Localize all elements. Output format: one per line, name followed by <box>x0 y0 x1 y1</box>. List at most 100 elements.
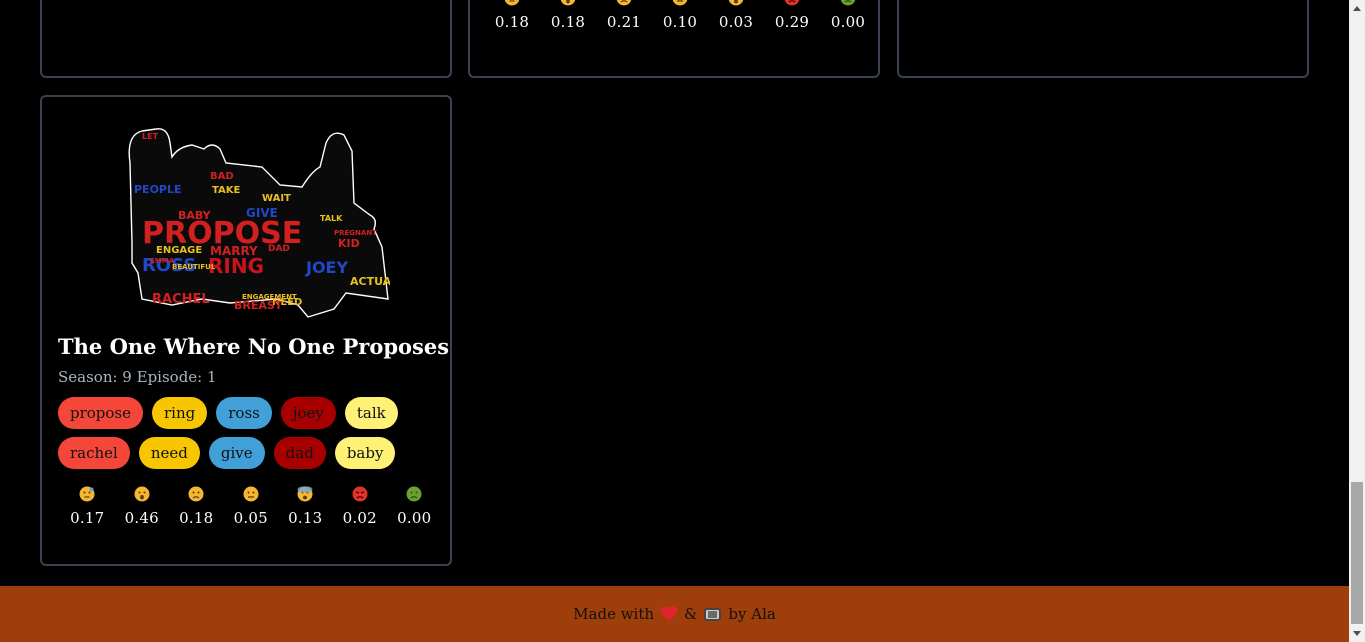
scroll-down-arrow-icon[interactable] <box>1349 626 1365 642</box>
emotion-value: 0.21 <box>606 13 642 31</box>
keyword-tag[interactable]: ross <box>216 397 272 429</box>
wordcloud-word: BAD <box>210 171 234 182</box>
vertical-scrollbar[interactable] <box>1349 0 1365 642</box>
emotion-value: 0.38 <box>125 0 159 3</box>
wordcloud-word: RACHEL <box>152 292 210 307</box>
wordcloud-word: BABY <box>178 209 212 222</box>
emotion-value: 0.00 <box>400 0 434 3</box>
emotion-score: 0.38 <box>115 0 170 3</box>
neutral-face-icon <box>672 0 688 6</box>
emotion-score: 0.28 <box>1133 0 1188 3</box>
keyword-tag[interactable]: ring <box>152 397 208 429</box>
fearful-face-icon <box>297 486 313 502</box>
keyword-tag[interactable]: give <box>208 437 265 469</box>
keyword-tag[interactable]: propose <box>58 397 144 429</box>
sleepy-face-icon <box>79 486 95 502</box>
emotion-score: 0.12 <box>170 0 225 3</box>
emotion-scores: 0.17 0.21 0.15 0.08 0.28 0.11 0.00 <box>913 0 1298 3</box>
emotion-value: 0.28 <box>1143 0 1177 3</box>
emotion-score: 0.07 <box>280 0 335 3</box>
emotion-value: 0.10 <box>662 13 698 31</box>
emotion-value: 0.18 <box>494 13 530 31</box>
keyword-tag[interactable]: rachel <box>58 437 130 469</box>
emotion-score: 0.05 <box>224 486 279 527</box>
sad-face-icon <box>188 486 204 502</box>
footer-amp: & <box>684 605 698 623</box>
wordcloud-word: DAD <box>268 244 290 254</box>
emotion-value: 0.17 <box>923 0 957 3</box>
keyword-tag[interactable]: joey <box>280 397 336 429</box>
footer-made-with: Made with <box>573 605 655 623</box>
emotion-value: 0.15 <box>1033 0 1067 3</box>
wordcloud-word: JOEY <box>305 258 348 277</box>
sad-face-icon <box>616 0 632 6</box>
episode-card: 0.18 0.18 0.21 0.10 0.03 0.29 0.00 <box>468 0 880 78</box>
wordcloud-word: ENGAGEMENT <box>242 293 297 301</box>
emotion-score: 0.00 <box>390 0 445 3</box>
emotion-score: 0.17 <box>913 0 968 3</box>
television-icon <box>704 607 722 621</box>
scrollbar-thumb[interactable] <box>1351 482 1363 624</box>
emotion-value: 0.00 <box>1253 0 1287 3</box>
sleepy-face-icon <box>504 0 520 6</box>
emotion-score: 0.00 <box>1243 0 1298 3</box>
emotion-value: 0.18 <box>179 509 214 527</box>
emotion-value: 0.13 <box>288 509 323 527</box>
wordcloud-word: TAKE <box>212 185 241 196</box>
emotion-value: 0.05 <box>233 509 268 527</box>
footer: Made with & by Ala <box>0 586 1349 642</box>
emotion-score: 0.21 <box>596 0 652 31</box>
emotion-value: 0.19 <box>70 0 104 3</box>
disgusted-face-icon <box>406 486 422 502</box>
neutral-face-icon <box>243 486 259 502</box>
wordcloud-word: PEOPLE <box>134 183 182 196</box>
emotion-score: 0.12 <box>225 0 280 3</box>
emotion-score: 0.15 <box>1023 0 1078 3</box>
emotion-score: 0.02 <box>333 486 388 527</box>
emotion-scores: 0.18 0.18 0.21 0.10 0.03 0.29 0.00 <box>484 0 876 31</box>
keyword-tag[interactable]: need <box>138 437 200 469</box>
episode-title[interactable]: The One Where No One Proposes <box>58 334 449 359</box>
wordcloud-word: LET <box>142 132 159 141</box>
astonished-face-icon <box>134 486 150 502</box>
wordcloud-word: ENGAGE <box>156 245 202 256</box>
emotion-value: 0.12 <box>180 0 214 3</box>
scroll-up-arrow-icon[interactable] <box>1349 0 1365 16</box>
emotion-score: 0.00 <box>820 0 876 31</box>
emotion-value: 0.12 <box>235 0 269 3</box>
emotion-scores: 0.17 0.46 0.18 0.05 0.13 0.02 0.00 <box>60 486 442 527</box>
wordcloud-image: PROPOSERINGROSS JOEYRACHELMARRYENGAGEBABY… <box>128 128 390 318</box>
angry-face-icon <box>784 0 800 6</box>
emotion-score: 0.11 <box>1188 0 1243 3</box>
keyword-tag[interactable]: talk <box>344 397 398 429</box>
emotion-value: 0.00 <box>397 509 432 527</box>
emotion-scores: 0.19 0.38 0.12 0.12 0.07 0.11 0.00 <box>60 0 445 3</box>
astonished-face-icon <box>560 0 576 6</box>
emotion-score: 0.21 <box>968 0 1023 3</box>
emotion-value: 0.17 <box>70 509 105 527</box>
wordcloud-word: TALK <box>320 214 343 223</box>
emotion-score: 0.46 <box>115 486 170 527</box>
wordcloud-word: MARRY <box>210 244 258 258</box>
emotion-score: 0.10 <box>652 0 708 31</box>
wordcloud-word: BEAUTIFUL <box>172 263 216 271</box>
emotion-score: 0.03 <box>708 0 764 31</box>
episode-meta: Season: 9 Episode: 1 <box>58 368 217 386</box>
emotion-value: 0.03 <box>718 13 754 31</box>
wordcloud-word: KID <box>338 237 360 250</box>
keyword-tag[interactable]: dad <box>273 437 326 469</box>
emotion-value: 0.29 <box>774 13 810 31</box>
emotion-value: 0.00 <box>830 13 866 31</box>
emotion-score: 0.29 <box>764 0 820 31</box>
emotion-score: 0.08 <box>1078 0 1133 3</box>
emotion-score: 0.18 <box>540 0 596 31</box>
heart-icon <box>661 607 677 621</box>
emotion-score: 0.18 <box>169 486 224 527</box>
wordcloud-word: PREGNANT <box>334 229 377 237</box>
episode-card[interactable]: PROPOSE RING ROSS JOEY RACHEL MARRY ENGAGE BABY… <box>40 95 452 566</box>
emotion-score: 0.17 <box>60 486 115 527</box>
emotion-score: 0.11 <box>335 0 390 3</box>
keyword-tag[interactable]: baby <box>334 437 396 469</box>
wordcloud-word: WAIT <box>262 193 291 204</box>
fearful-face-icon <box>728 0 744 6</box>
